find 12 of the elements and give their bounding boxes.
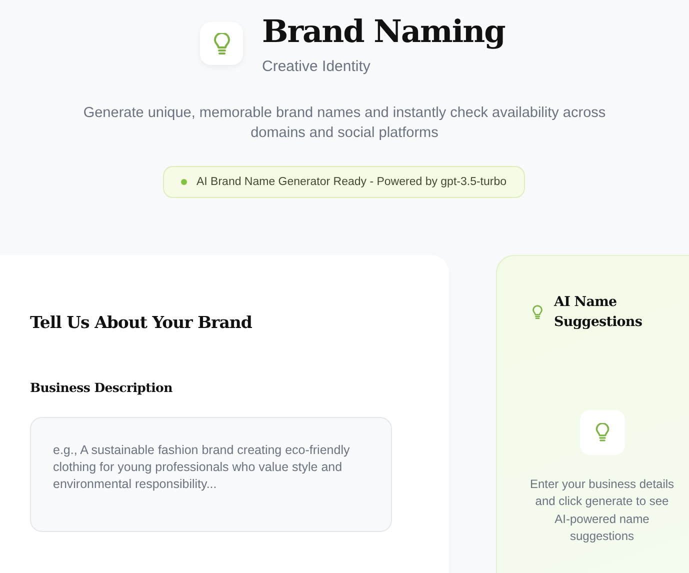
status-text: AI Brand Name Generator Ready - Powered by gpt-3.5-turbo: [196, 176, 507, 188]
description-text: Generate unique, memorable brand names and instantly check availability across domains and social platforms: [82, 104, 607, 143]
empty-state-text: Enter your business details and click generate to see AI-powered name suggestions: [528, 476, 676, 545]
description-field[interactable]: e.g., A sustainable fashion brand creating eco-friendly clothing for young professionals who value style and environmental responsibility...: [30, 417, 392, 532]
lightbulb-icon: [594, 423, 610, 442]
app-subtitle: Creative Identity: [262, 58, 372, 75]
form-title: Tell Us About Your Brand: [30, 313, 253, 332]
lightbulb-icon: [212, 32, 230, 54]
lightbulb-icon: [532, 304, 543, 320]
suggestions-title: AI Name Suggestions: [554, 293, 644, 332]
app-title: Brand Naming: [262, 13, 505, 52]
field-label: Business Description: [30, 380, 174, 395]
